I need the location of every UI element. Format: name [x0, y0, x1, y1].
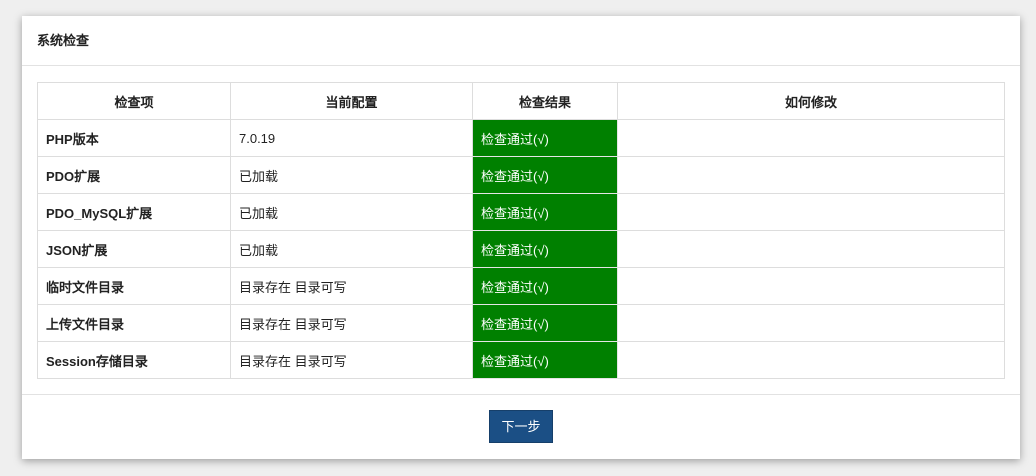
header-fix: 如何修改 [617, 82, 1005, 120]
current-config: 已加载 [230, 230, 473, 268]
current-config: 目录存在 目录可写 [230, 341, 473, 379]
check-result: 检查通过(√) [472, 230, 618, 268]
check-result: 检查通过(√) [472, 193, 618, 231]
table-row: 上传文件目录 目录存在 目录可写 检查通过(√) [37, 304, 1005, 342]
fix-instruction [617, 193, 1005, 231]
table-row: PDO_MySQL扩展 已加载 检查通过(√) [37, 193, 1005, 231]
check-result: 检查通过(√) [472, 341, 618, 379]
current-config: 目录存在 目录可写 [230, 304, 473, 342]
check-result: 检查通过(√) [472, 156, 618, 194]
table-row: 临时文件目录 目录存在 目录可写 检查通过(√) [37, 267, 1005, 305]
table-row: Session存储目录 目录存在 目录可写 检查通过(√) [37, 341, 1005, 379]
next-step-button[interactable]: 下一步 [489, 410, 553, 443]
fix-instruction [617, 267, 1005, 305]
check-item: PDO_MySQL扩展 [37, 193, 231, 231]
header-item: 检查项 [37, 82, 231, 120]
table-row: JSON扩展 已加载 检查通过(√) [37, 230, 1005, 268]
check-item: PDO扩展 [37, 156, 231, 194]
check-table: 检查项 当前配置 检查结果 如何修改 PHP版本 7.0.19 检查通过(√) PDO… [37, 82, 1005, 379]
current-config: 已加载 [230, 193, 473, 231]
check-item: 临时文件目录 [37, 267, 231, 305]
panel-title: 系统检查 [22, 16, 1020, 66]
header-config: 当前配置 [230, 82, 473, 120]
table-row: PHP版本 7.0.19 检查通过(√) [37, 119, 1005, 157]
current-config: 目录存在 目录可写 [230, 267, 473, 305]
table-header-row: 检查项 当前配置 检查结果 如何修改 [37, 82, 1005, 120]
fix-instruction [617, 304, 1005, 342]
check-result: 检查通过(√) [472, 267, 618, 305]
check-item: Session存储目录 [37, 341, 231, 379]
check-result: 检查通过(√) [472, 304, 618, 342]
fix-instruction [617, 156, 1005, 194]
check-item: 上传文件目录 [37, 304, 231, 342]
fix-instruction [617, 341, 1005, 379]
fix-instruction [617, 119, 1005, 157]
current-config: 已加载 [230, 156, 473, 194]
check-result: 检查通过(√) [472, 119, 618, 157]
table-row: PDO扩展 已加载 检查通过(√) [37, 156, 1005, 194]
check-item: JSON扩展 [37, 230, 231, 268]
header-result: 检查结果 [472, 82, 618, 120]
footer-divider [22, 394, 1020, 395]
fix-instruction [617, 230, 1005, 268]
current-config: 7.0.19 [230, 119, 473, 157]
system-check-panel: 系统检查 检查项 当前配置 检查结果 如何修改 PHP版本 7.0.19 检查通过(… [22, 16, 1020, 459]
check-item: PHP版本 [37, 119, 231, 157]
